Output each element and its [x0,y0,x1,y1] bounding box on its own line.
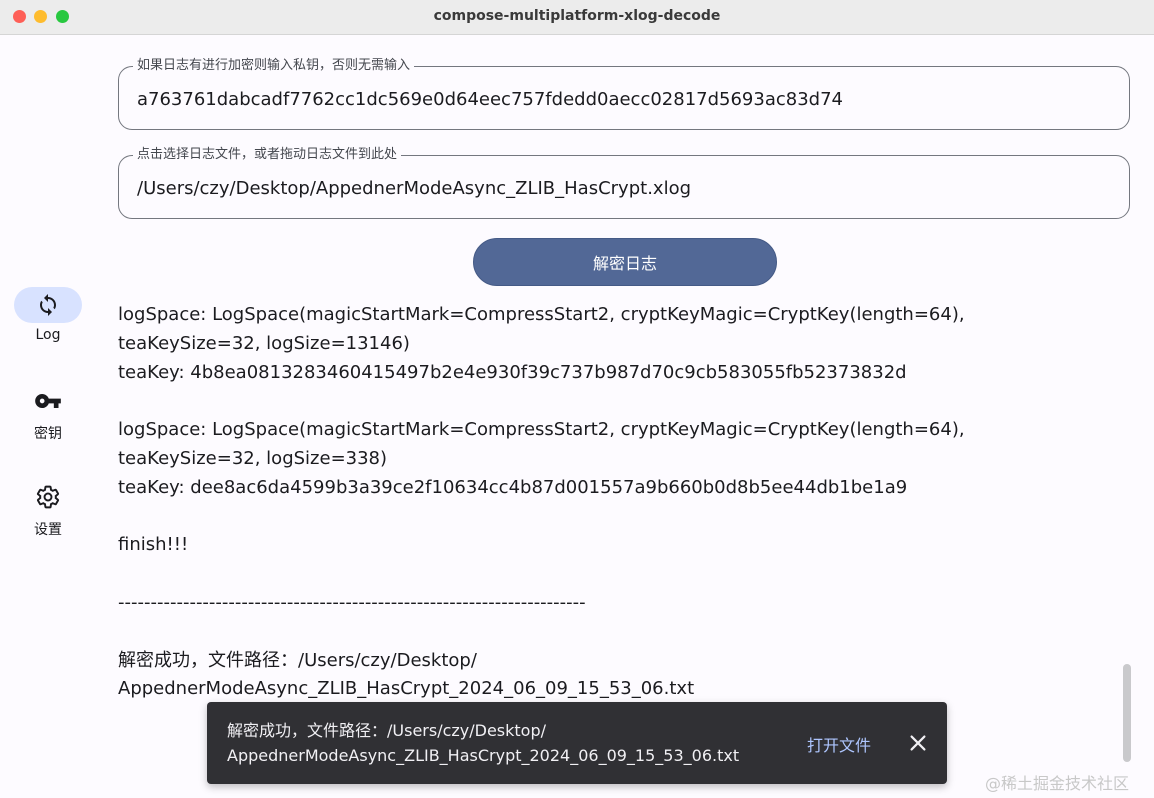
gear-icon [36,485,60,509]
snackbar: 解密成功，文件路径：/Users/czy/Desktop/ AppednerMo… [207,702,947,784]
private-key-input[interactable] [137,85,1107,113]
private-key-field[interactable]: 如果日志有进行加密则输入私钥，否则无需输入 [118,58,1130,130]
decrypt-log-button[interactable]: 解密日志 [473,238,777,286]
log-output-area[interactable]: logSpace: LogSpace(magicStartMark=Compre… [118,294,1118,704]
log-file-field[interactable]: 点击选择日志文件，或者拖动日志文件到此处 [118,147,1130,219]
private-key-field-label: 如果日志有进行加密则输入私钥，否则无需输入 [133,58,415,74]
sidebar-item-key[interactable]: 密钥 [14,383,82,443]
sync-icon [40,294,56,316]
log-file-input[interactable] [137,174,1107,202]
sidebar-item-label: Log [35,327,61,343]
watermark: @稀土掘金技术社区 [985,774,1130,793]
log-output-text: logSpace: LogSpace(magicStartMark=Compre… [118,304,965,700]
sidebar-item-key-indicator [14,383,82,419]
sidebar-item-settings-indicator [14,479,82,515]
key-icon [35,394,61,408]
log-scrollbar[interactable] [1123,664,1131,762]
title-bar: compose-multiplatform-xlog-decode [0,0,1154,35]
open-file-button[interactable]: 打开文件 [807,732,871,756]
close-icon[interactable] [907,732,929,754]
sidebar-item-log[interactable]: Log [14,287,82,343]
sidebar-item-label: 设置 [34,522,62,538]
snackbar-message: 解密成功，文件路径：/Users/czy/Desktop/ AppednerMo… [227,721,740,765]
sidebar-item-label: 密钥 [34,426,62,442]
sidebar-item-log-indicator [14,287,82,323]
window-title: compose-multiplatform-xlog-decode [433,8,721,24]
log-file-field-label: 点击选择日志文件，或者拖动日志文件到此处 [133,147,402,163]
sidebar-item-settings[interactable]: 设置 [14,479,82,539]
